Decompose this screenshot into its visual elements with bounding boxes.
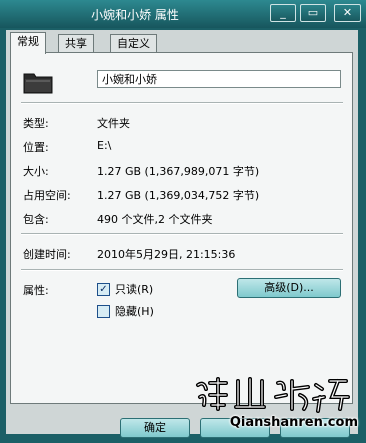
created-label: 创建时间:: [23, 248, 71, 261]
hidden-checkbox[interactable]: [97, 304, 110, 318]
readonly-checkbox[interactable]: ✓: [97, 282, 110, 296]
tab-sharing[interactable]: 共享: [58, 34, 94, 53]
watermark-url: Qianshanren.com: [229, 415, 358, 430]
separator: [21, 102, 343, 104]
hidden-option[interactable]: 隐藏(H): [97, 304, 154, 318]
maximize-button[interactable]: ▭: [300, 4, 326, 22]
location-value: E:\: [97, 139, 112, 152]
hidden-label[interactable]: 隐藏(H): [115, 303, 154, 319]
tab-general[interactable]: 常规: [10, 32, 46, 54]
size-on-disk-value: 1.27 GB (1,369,034,752 字节): [97, 189, 260, 202]
folder-icon: [23, 73, 53, 94]
watermark-logo: [196, 377, 350, 413]
contains-label: 包含:: [23, 213, 49, 226]
separator: [21, 269, 343, 271]
close-button[interactable]: ✕: [334, 4, 361, 22]
properties-window: 小婉和小娇 属性 _ ▭ ✕ 常规 共享 自定义 类型: 文件夹 位置: E:\…: [0, 0, 366, 443]
readonly-label[interactable]: 只读(R): [115, 281, 153, 297]
tab-customize[interactable]: 自定义: [110, 34, 157, 53]
size-label: 大小:: [23, 165, 49, 178]
size-on-disk-label: 占用空间:: [23, 189, 71, 202]
attributes-label: 属性:: [23, 284, 49, 297]
size-value: 1.27 GB (1,367,989,071 字节): [97, 165, 260, 178]
type-value: 文件夹: [97, 117, 130, 130]
dialog-body: 常规 共享 自定义 类型: 文件夹 位置: E:\ 大小: 1.27 GB (1…: [6, 30, 358, 438]
created-value: 2010年5月29日, 21:15:36: [97, 248, 236, 261]
folder-name-input[interactable]: [97, 70, 341, 88]
general-tab-panel: 类型: 文件夹 位置: E:\ 大小: 1.27 GB (1,367,989,0…: [10, 52, 353, 404]
minimize-button[interactable]: _: [270, 4, 296, 22]
contains-value: 490 个文件,2 个文件夹: [97, 213, 213, 226]
separator: [21, 233, 343, 235]
location-label: 位置:: [23, 141, 49, 154]
window-title: 小婉和小娇 属性: [91, 8, 179, 22]
type-label: 类型:: [23, 117, 49, 130]
title-bar[interactable]: 小婉和小娇 属性 _ ▭ ✕: [0, 0, 366, 28]
readonly-option[interactable]: ✓ 只读(R): [97, 282, 153, 296]
advanced-button[interactable]: 高级(D)...: [237, 278, 341, 298]
